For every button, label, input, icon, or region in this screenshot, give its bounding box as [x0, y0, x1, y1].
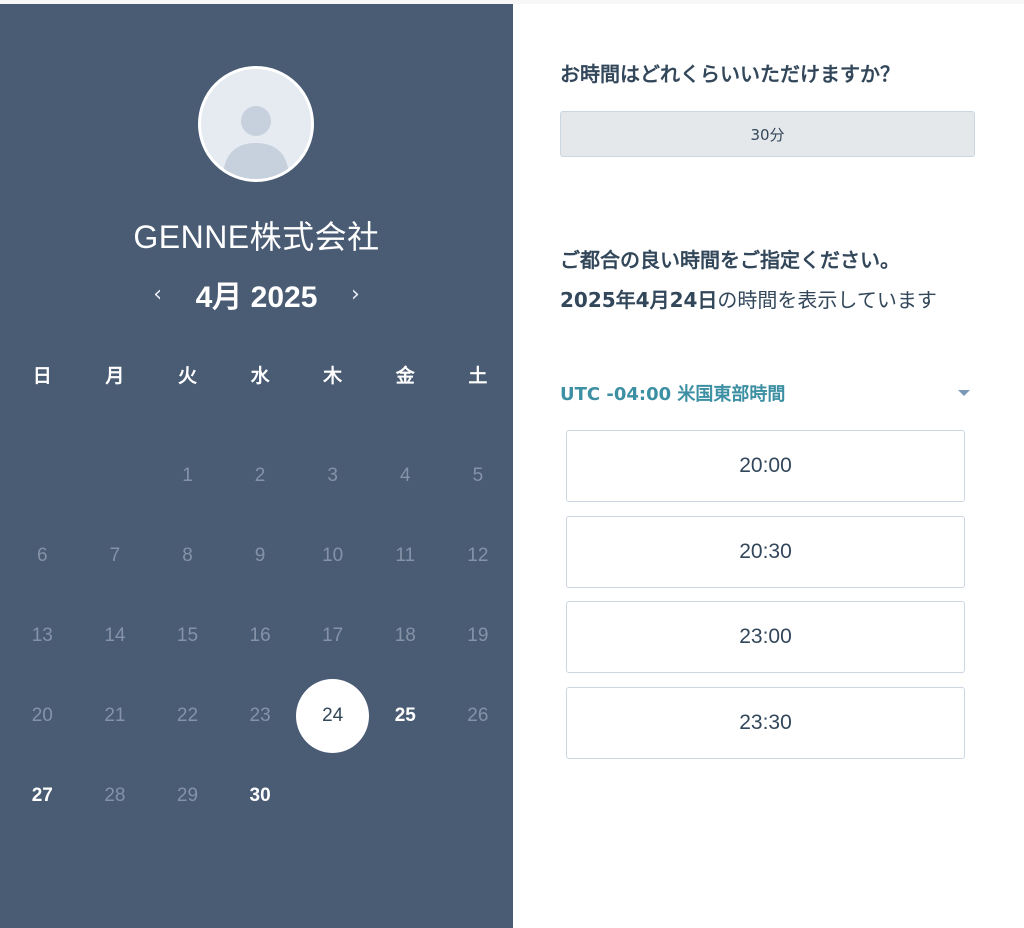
calendar-day-30[interactable]: 30	[224, 756, 297, 836]
time-slot-button[interactable]: 23:30	[566, 686, 965, 759]
calendar-day-3: 3	[327, 465, 338, 486]
weekday-label: 水	[250, 365, 270, 387]
calendar-day-13: 13	[31, 625, 53, 646]
caret-down-icon	[958, 390, 970, 396]
weekday-label: 木	[323, 365, 343, 387]
calendar-day-27[interactable]: 27	[6, 756, 79, 836]
calendar-day-22: 22	[176, 705, 199, 726]
calendar-day-15: 15	[176, 625, 199, 646]
time-slot-button[interactable]: 23:00	[566, 601, 965, 673]
meeting-scheduler: GENNE株式会社 ‹ 4月 2025 › 日 月 火 水 木 金 土 1 2 …	[0, 0, 1024, 928]
calendar-day-4: 4	[399, 465, 411, 486]
calendar-day-28: 28	[104, 785, 126, 806]
calendar-day-29: 29	[176, 785, 199, 806]
month-label: 4月	[195, 281, 243, 314]
avatar	[198, 66, 314, 182]
weekday-label: 月	[105, 365, 125, 387]
calendar-day-empty	[79, 436, 152, 516]
calendar-day-10: 10	[322, 545, 344, 566]
chevron-left-icon[interactable]: ‹	[138, 282, 178, 307]
time-slot-list: 20:00 20:30 23:00 23:30	[566, 430, 965, 772]
user-silhouette-icon	[223, 106, 289, 179]
calendar-panel: GENNE株式会社 ‹ 4月 2025 › 日 月 火 水 木 金 土 1 2 …	[0, 4, 513, 928]
calendar-day-17: 17	[322, 625, 344, 646]
selected-date: 2025年4月24日	[560, 288, 718, 312]
time-slot-button[interactable]: 20:30	[566, 515, 965, 588]
chevron-right-icon[interactable]: ›	[335, 282, 375, 307]
timezone-select[interactable]: UTC -04:00 米国東部時間	[560, 380, 970, 406]
calendar-day-21: 21	[104, 705, 126, 726]
selected-day-label: 24	[296, 679, 369, 753]
time-question: ご都合の良い時間をご指定ください。	[560, 248, 900, 272]
time-slot-button[interactable]: 20:00	[566, 430, 965, 502]
calendar-day-19: 19	[467, 625, 489, 646]
month-navigation: ‹ 4月 2025 ›	[0, 272, 513, 316]
calendar-day-6: 6	[37, 545, 48, 566]
calendar-day-empty	[6, 436, 79, 516]
calendar-day-14: 14	[104, 625, 126, 646]
calendar-grid: 日 月 火 水 木 金 土 1 2 3 4 5 6 7 8 9 10 11 12…	[6, 356, 514, 836]
date-display-text: 2025年4月24日の時間を表示しています	[560, 284, 970, 316]
calendar-day-18: 18	[394, 625, 416, 646]
calendar-day-7: 7	[109, 545, 121, 566]
weekday-label: 日	[32, 365, 52, 387]
duration-question: お時間はどれくらいいただけますか？	[560, 62, 900, 86]
date-display-suffix: の時間を表示しています	[717, 288, 937, 312]
duration-option-selected[interactable]: 30分	[560, 111, 975, 157]
month-year-label: 4月 2025	[178, 272, 336, 316]
company-name: GENNE株式会社	[133, 219, 380, 255]
weekday-header: 日 月 火 水 木 金 土	[6, 356, 514, 396]
calendar-day-2: 2	[254, 465, 266, 486]
calendar-day-25[interactable]: 25	[369, 676, 442, 756]
weekday-label: 火	[177, 365, 197, 387]
calendar-day-1: 1	[182, 465, 193, 486]
calendar-day-12: 12	[467, 545, 489, 566]
weekday-label: 土	[468, 365, 488, 387]
booking-panel: お時間はどれくらいいただけますか？ 30分 ご都合の良い時間をご指定ください。 …	[513, 4, 1024, 928]
calendar-day-16: 16	[249, 625, 271, 646]
calendar-days: 1 2 3 4 5 6 7 8 9 10 11 12 13 14 15 16 1…	[6, 436, 514, 836]
calendar-day-9: 9	[254, 545, 266, 566]
timezone-label: UTC -04:00 米国東部時間	[560, 384, 786, 405]
calendar-day-23: 23	[249, 705, 271, 726]
calendar-day-5: 5	[472, 465, 484, 486]
calendar-day-24-selected[interactable]: 24	[296, 676, 369, 756]
calendar-day-26: 26	[467, 705, 489, 726]
calendar-day-8: 8	[182, 545, 193, 566]
weekday-label: 金	[395, 365, 415, 387]
calendar-day-11: 11	[395, 545, 416, 566]
year-label: 2025	[250, 281, 318, 314]
calendar-day-20: 20	[31, 705, 53, 726]
